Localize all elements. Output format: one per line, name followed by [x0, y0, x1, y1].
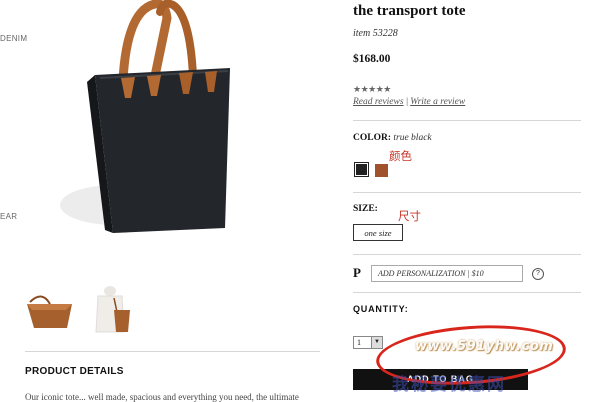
product-details-text: Our iconic tote... well made, spacious a… [25, 392, 299, 402]
personalization-icon: P [353, 265, 361, 280]
quantity-select[interactable]: 1 ▼ [353, 336, 383, 349]
add-personalization-button[interactable]: ADD PERSONALIZATION | $10 [371, 265, 523, 282]
review-separator: | [405, 97, 409, 107]
watermark-url: www.591yhw.com [415, 339, 554, 354]
color-value: true black [393, 133, 432, 143]
quantity-label: QUANTITY: [353, 304, 409, 314]
quantity-value: 1 [357, 338, 361, 347]
star-rating: ★★★★★ [353, 84, 391, 94]
size-label: SIZE: [353, 204, 378, 214]
item-number: item 53228 [353, 28, 398, 39]
color-swatch-brown[interactable] [375, 164, 388, 177]
thumbnail-strip [22, 282, 142, 338]
product-main-image [45, 0, 275, 245]
nav-link-denim[interactable]: DENIM [0, 34, 27, 43]
divider [353, 254, 581, 255]
read-reviews-link[interactable]: Read reviews [353, 97, 404, 107]
product-price: $168.00 [353, 53, 391, 65]
color-swatch-black[interactable] [354, 162, 369, 177]
divider [353, 120, 581, 121]
thumbnail-model[interactable] [84, 282, 139, 338]
divider [353, 192, 581, 193]
annotation-size: 尺寸 [398, 209, 421, 223]
color-label: COLOR: true black [353, 133, 432, 143]
product-title: the transport tote [353, 3, 466, 19]
chevron-down-icon: ▼ [371, 337, 382, 348]
review-links: Read reviews | Write a review [353, 97, 465, 107]
watermark-text: 我秘要优惠网 [392, 375, 506, 395]
info-icon[interactable]: ? [532, 268, 544, 280]
annotation-color: 颜色 [389, 149, 412, 163]
swatch-fill [356, 164, 367, 175]
divider [353, 292, 581, 293]
color-label-text: COLOR: [353, 133, 391, 143]
thumbnail-open-tote[interactable] [22, 282, 77, 338]
write-review-link[interactable]: Write a review [410, 97, 465, 107]
size-option-button[interactable]: one size [353, 224, 403, 241]
details-divider [25, 351, 320, 352]
product-details-heading: PRODUCT DETAILS [25, 366, 124, 377]
nav-link-wear[interactable]: EAR [0, 212, 17, 221]
